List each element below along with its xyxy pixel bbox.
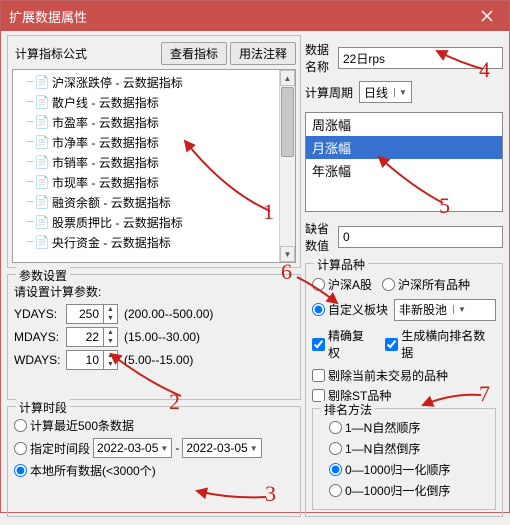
data-name-input[interactable] — [338, 47, 503, 69]
radio-rank-1n-desc[interactable]: 1—N自然倒序 — [329, 440, 489, 457]
tree-item: ┈📄市销率 - 云数据指标 — [13, 152, 295, 172]
radio-a-shares[interactable]: 沪深A股 — [312, 276, 372, 293]
mdays-stepper[interactable]: ▲▼ — [66, 327, 118, 347]
tree-item: ┈📄融资余额 - 云数据指标 — [13, 192, 295, 212]
radio-range[interactable]: 指定时间段 2022-03-05▼ - 2022-03-05▼ — [14, 438, 294, 458]
chevron-down-icon: ▼ — [394, 88, 407, 97]
scroll-down-icon[interactable]: ▼ — [280, 246, 295, 262]
chk-rank[interactable]: 生成横向排名数据 — [385, 327, 496, 361]
param-row: YDAYS: ▲▼ (200.00--500.00) — [14, 304, 294, 324]
date-from-input[interactable]: 2022-03-05▼ — [93, 438, 172, 458]
chevron-up-icon: ▲ — [104, 328, 117, 337]
titlebar: 扩展数据属性 — [1, 1, 509, 31]
formula-tree[interactable]: ┈📄沪深涨跌停 - 云数据指标 ┈📄散户线 - 云数据指标 ┈📄市盈率 - 云数… — [12, 69, 296, 263]
cycle-label: 计算周期 — [305, 84, 353, 101]
close-icon — [481, 10, 493, 22]
close-button[interactable] — [464, 1, 509, 31]
ydays-stepper[interactable]: ▲▼ — [66, 304, 118, 324]
chk-fuquan[interactable]: 精确复权 — [312, 327, 375, 361]
params-prompt: 请设置计算参数: — [14, 283, 294, 300]
chevron-down-icon: ▼ — [250, 444, 258, 453]
param-row: WDAYS: ▲▼ (5.00--15.00) — [14, 350, 294, 370]
wdays-stepper[interactable]: ▲▼ — [66, 350, 118, 370]
chevron-up-icon: ▲ — [104, 351, 117, 360]
field-listbox[interactable]: 周涨幅 月涨幅 年涨幅 — [305, 112, 503, 212]
rank-method-label: 排名方法 — [321, 401, 375, 418]
chk-del-nontrade[interactable]: 剔除当前未交易的品种 — [312, 367, 496, 384]
list-item[interactable]: 年涨幅 — [306, 159, 502, 182]
doc-icon: 📄 — [35, 215, 49, 229]
window-title: 扩展数据属性 — [9, 7, 87, 26]
tree-item: ┈📄央行资金 - 云数据指标 — [13, 232, 295, 252]
chevron-down-icon: ▼ — [104, 360, 117, 369]
scroll-up-icon[interactable]: ▲ — [280, 70, 295, 86]
tree-item: ┈📄市盈率 - 云数据指标 — [13, 112, 295, 132]
scroll-thumb[interactable] — [281, 87, 294, 157]
cycle-select[interactable]: 日线▼ — [359, 81, 412, 103]
radio-recent[interactable]: 计算最近500条数据 — [14, 417, 294, 434]
doc-icon: 📄 — [35, 75, 49, 89]
tree-item: ┈📄市净率 - 云数据指标 — [13, 132, 295, 152]
data-name-label: 数据名称 — [305, 41, 332, 75]
chevron-down-icon: ▼ — [104, 337, 117, 346]
formula-group-label: 计算指标公式 — [12, 45, 90, 62]
doc-icon: 📄 — [35, 235, 49, 249]
doc-icon: 📄 — [35, 95, 49, 109]
scrollbar[interactable]: ▲ ▼ — [279, 70, 295, 262]
default-value-label: 缺省数值 — [305, 220, 332, 254]
chevron-down-icon: ▼ — [104, 314, 117, 323]
doc-icon: 📄 — [35, 195, 49, 209]
param-row: MDAYS: ▲▼ (15.00--30.00) — [14, 327, 294, 347]
chevron-down-icon: ▼ — [453, 305, 466, 314]
chevron-down-icon: ▼ — [160, 444, 168, 453]
view-indicator-button[interactable]: 查看指标 — [161, 42, 227, 65]
radio-rank-norm-asc[interactable]: 0—1000归一化顺序 — [329, 461, 489, 478]
tree-item: ┈📄散户线 - 云数据指标 — [13, 92, 295, 112]
custom-block-select[interactable]: 非新股池▼ — [394, 299, 496, 321]
tree-item: ┈📄沪深涨跌停 - 云数据指标 — [13, 72, 295, 92]
radio-rank-norm-desc[interactable]: 0—1000归一化倒序 — [329, 482, 489, 499]
chevron-up-icon: ▲ — [104, 305, 117, 314]
default-value-input[interactable] — [338, 226, 503, 248]
radio-rank-1n-asc[interactable]: 1—N自然顺序 — [329, 419, 489, 436]
radio-all-shares[interactable]: 沪深所有品种 — [382, 276, 470, 293]
date-to-input[interactable]: 2022-03-05▼ — [182, 438, 261, 458]
usage-note-button[interactable]: 用法注释 — [230, 42, 296, 65]
period-group-label: 计算时段 — [16, 399, 70, 416]
doc-icon: 📄 — [35, 175, 49, 189]
doc-icon: 📄 — [35, 135, 49, 149]
radio-local[interactable]: 本地所有数据(<3000个) — [14, 462, 294, 479]
radio-custom-block[interactable]: 自定义板块 — [312, 301, 388, 318]
tree-item: ┈📄股票质押比 - 云数据指标 — [13, 212, 295, 232]
calc-group-label: 计算品种 — [314, 256, 368, 273]
tree-item: ┈📄市现率 - 云数据指标 — [13, 172, 295, 192]
params-group-label: 参数设置 — [16, 267, 70, 284]
doc-icon: 📄 — [35, 155, 49, 169]
doc-icon: 📄 — [35, 115, 49, 129]
list-item[interactable]: 月涨幅 — [306, 136, 502, 159]
list-item[interactable]: 周涨幅 — [306, 113, 502, 136]
